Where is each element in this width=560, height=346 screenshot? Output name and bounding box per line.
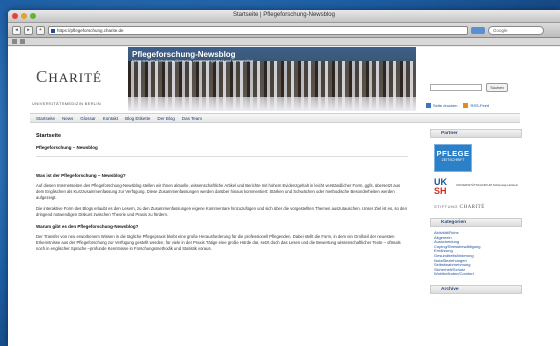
nav-item-blog-etikette[interactable]: Blog Etikette: [125, 116, 150, 121]
header-links: Seite drucken RSS-Feed: [426, 103, 490, 109]
paragraph-intro: Auf diesen Internetseiten des Pflegefors…: [36, 183, 401, 200]
site-search-input[interactable]: [430, 84, 482, 91]
stiftung-label: STIFTUNG: [434, 204, 458, 209]
top-sites-icon[interactable]: [20, 39, 25, 44]
charite-logo[interactable]: CHARITÉ: [36, 67, 102, 87]
page-subtitle: Pflegeforschung – Newsblog: [36, 145, 98, 150]
stiftung-charite-logo[interactable]: STIFTUNG CHARITÉ: [434, 204, 522, 210]
forward-button[interactable]: ▸: [24, 25, 33, 35]
nav-item-das-team[interactable]: Das Team: [182, 116, 202, 121]
web-page: CHARITÉ UNIVERSITÄTSMEDIZIN BERLIN Pfleg…: [8, 47, 560, 346]
address-bar-url: https://pflegeforschung.charite.de: [57, 27, 124, 33]
pflege-logo-text: PFLEGE: [436, 149, 470, 158]
rss-feed-link[interactable]: RSS-Feed: [463, 103, 490, 109]
stiftung-charite-label: CHARITÉ: [459, 205, 485, 210]
print-page-label: Seite drucken: [433, 103, 458, 108]
section-heading-why: Warum gibt es den Pflegeforschung-Newsbl…: [36, 224, 139, 229]
blog-tagline: News aus der Forschung übersetzt, zusamm…: [132, 59, 254, 63]
charite-logo-area[interactable]: CHARITÉ UNIVERSITÄTSMEDIZIN BERLIN: [30, 47, 128, 111]
window-title: Startseite | Pflegeforschung-Newsblog: [233, 12, 335, 18]
address-bar[interactable]: https://pflegeforschung.charite.de: [48, 25, 468, 35]
uksh-logo-text: UNIVERSITÄTSKLINIKUM Schleswig-Holstein: [456, 183, 519, 187]
pflege-zeitschrift-logo[interactable]: PFLEGE ZEITSCHRIFT: [434, 144, 472, 172]
paragraph-transfer: Der Transfer von neu erworbenem Wissen i…: [36, 234, 401, 251]
rss-icon: [463, 103, 469, 109]
favicon-icon: [51, 28, 55, 33]
search-button[interactable]: Suchen: [486, 83, 508, 92]
archive-heading: Archive: [430, 284, 522, 294]
show-bookmarks-icon[interactable]: [12, 39, 17, 44]
section-heading-what: Was ist der Pflegeforschung – Newsblog?: [36, 173, 126, 178]
partner-heading: Partner: [430, 129, 522, 138]
nav-item-glossar[interactable]: Glossar: [80, 116, 96, 121]
google-search-field[interactable]: Google: [488, 25, 544, 35]
back-button[interactable]: ◂: [12, 25, 21, 35]
logo-letter: C: [36, 67, 49, 86]
nav-item-der-blog[interactable]: Der Blog: [157, 116, 175, 121]
window-titlebar: Startseite | Pflegeforschung-Newsblog: [8, 10, 560, 23]
page-title: Startseite: [36, 133, 62, 139]
nav-item-news[interactable]: News: [62, 116, 73, 121]
add-bookmark-button[interactable]: +: [36, 25, 45, 35]
snow-ground-image: [128, 97, 416, 111]
browser-window: Startseite | Pflegeforschung-Newsblog ◂ …: [8, 10, 560, 346]
category-list: Aktivität/Ruhe Allgemein Ausscheidung Co…: [430, 227, 522, 277]
header-tools: Suchen Seite drucken RSS-Feed: [424, 47, 520, 111]
rss-reader-icon[interactable]: [471, 26, 485, 34]
kategorien-heading: Kategorien: [430, 218, 522, 227]
pflege-logo-subtext: ZEITSCHRIFT: [441, 158, 465, 162]
site-header: CHARITÉ UNIVERSITÄTSMEDIZIN BERLIN Pfleg…: [30, 47, 520, 111]
google-search-placeholder: Google: [493, 27, 508, 33]
main-navigation: Startseite News Glossar Kontakt Blog Eti…: [30, 113, 520, 123]
category-link[interactable]: Wohlbefinden/Comfort: [434, 272, 522, 277]
rss-feed-label: RSS-Feed: [470, 103, 490, 108]
nav-item-kontakt[interactable]: Kontakt: [103, 116, 118, 121]
logo-text: HARITÉ: [48, 70, 103, 85]
header-banner: Pflegeforschung-Newsblog News aus der Fo…: [128, 47, 416, 111]
paragraph-interactive: Die interaktive Form des Blogs erlaubt e…: [36, 206, 407, 217]
logo-subtitle: UNIVERSITÄTSMEDIZIN BERLIN: [32, 101, 101, 106]
main-content: Startseite Pflegeforschung – Newsblog Wa…: [36, 133, 408, 252]
nav-item-startseite[interactable]: Startseite: [36, 116, 55, 121]
print-icon: [426, 103, 431, 109]
blog-title: Pflegeforschung-Newsblog: [132, 50, 236, 59]
bookmarks-bar: [8, 38, 560, 46]
content-divider: [36, 156, 408, 157]
uksh-logo-sh: SH: [434, 186, 447, 196]
sidebar: Partner PFLEGE ZEITSCHRIFT UK SH UNIVERS…: [430, 129, 522, 294]
uksh-logo[interactable]: UK SH UNIVERSITÄTSKLINIKUM Schleswig-Hol…: [434, 178, 522, 198]
print-page-link[interactable]: Seite drucken: [426, 103, 458, 109]
browser-toolbar: ◂ ▸ + https://pflegeforschung.charite.de…: [8, 23, 560, 38]
